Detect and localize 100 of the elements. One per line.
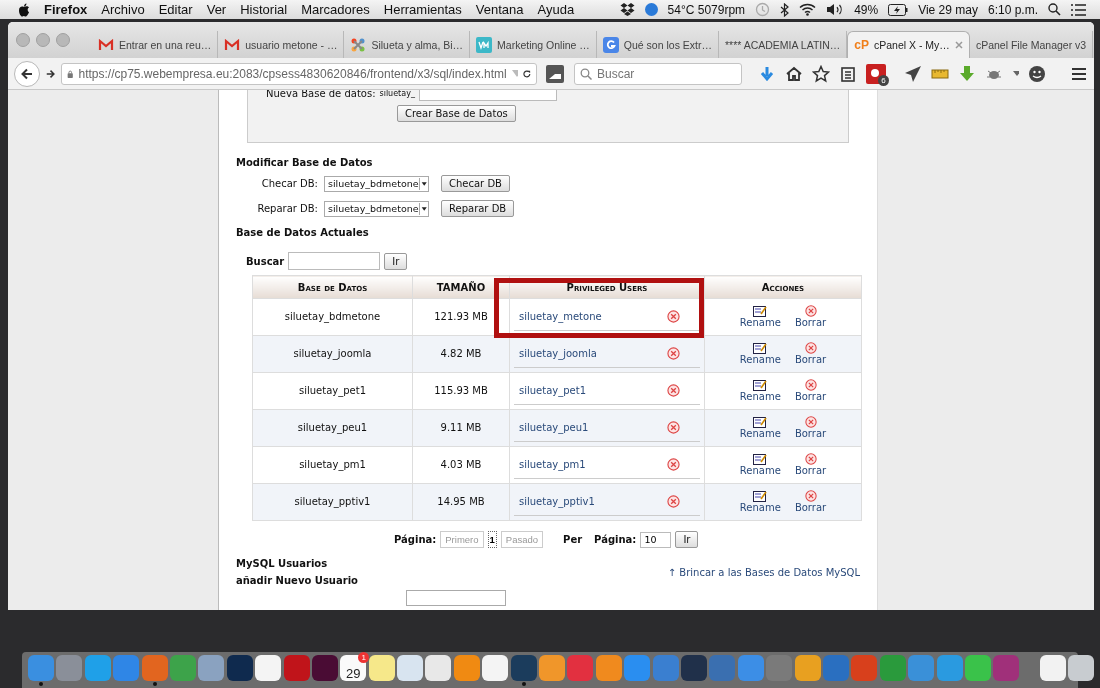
wifi-icon[interactable] xyxy=(799,3,817,16)
search-field[interactable] xyxy=(288,252,381,270)
dropdown-icon[interactable] xyxy=(418,177,428,190)
create-database-button[interactable]: Crear Base de Datos xyxy=(397,105,516,122)
rename-action[interactable]: Rename xyxy=(739,453,781,477)
dropdown-icon[interactable] xyxy=(418,202,428,215)
dropbox-icon[interactable] xyxy=(619,3,635,16)
delete-action[interactable]: Borrar xyxy=(794,490,827,514)
user-link[interactable]: siluetay_joomla xyxy=(519,347,597,360)
down-arrow-icon[interactable] xyxy=(958,64,976,83)
delete-icon[interactable] xyxy=(667,384,680,397)
battery-icon[interactable] xyxy=(888,3,909,16)
table-cell: siluetay_pptiv1 xyxy=(252,483,413,521)
user-link[interactable]: siluetay_pet1 xyxy=(519,384,586,397)
app-icon[interactable] xyxy=(255,655,282,681)
delete-action[interactable]: Borrar xyxy=(794,453,827,477)
app-icon[interactable] xyxy=(1068,655,1095,681)
delete-icon[interactable] xyxy=(667,347,680,360)
extension-icon[interactable]: 6 xyxy=(866,63,886,84)
clipboard-icon[interactable] xyxy=(839,64,857,83)
delete-icon[interactable] xyxy=(803,490,818,503)
volume-icon[interactable] xyxy=(826,3,845,16)
search-button[interactable]: Ir xyxy=(384,252,408,270)
bluetooth-icon[interactable] xyxy=(780,2,790,17)
search-field[interactable]: Buscar xyxy=(574,62,742,85)
star-icon[interactable] xyxy=(812,64,830,83)
database-select[interactable]: siluetay_bdmetone xyxy=(324,200,429,217)
rename-action[interactable]: Rename xyxy=(739,342,781,366)
reload-icon[interactable] xyxy=(523,67,531,80)
delete-action[interactable]: Borrar xyxy=(794,379,827,403)
action-button[interactable]: Checar DB xyxy=(441,175,510,192)
pagination-label: Página: xyxy=(394,534,437,545)
delete-action[interactable]: Borrar xyxy=(794,416,827,440)
per-page-field[interactable]: 10 xyxy=(640,531,672,548)
menu-item[interactable]: Archivo xyxy=(101,2,145,17)
menu-item[interactable]: Firefox xyxy=(44,2,88,17)
search-icon[interactable] xyxy=(1048,3,1061,16)
delete-icon[interactable] xyxy=(803,305,818,318)
close-window-button[interactable] xyxy=(16,33,30,47)
delete-icon[interactable] xyxy=(667,421,680,434)
delete-icon[interactable] xyxy=(667,458,680,471)
paper-plane-icon[interactable] xyxy=(904,64,922,83)
sensor-reading[interactable]: 54°C 5079rpm xyxy=(667,2,746,17)
menu-item[interactable]: Historial xyxy=(240,2,288,17)
menu-item[interactable]: Herramientas xyxy=(383,2,462,17)
smiley-icon[interactable] xyxy=(1028,64,1046,83)
jump-link[interactable]: ↑ Brincar a las Bases de Datos MySQL xyxy=(667,567,860,578)
delete-icon[interactable] xyxy=(803,379,818,392)
menu-bar-date[interactable]: Vie 29 may xyxy=(918,2,978,17)
delete-action[interactable]: Borrar xyxy=(794,305,827,329)
menu-item[interactable]: Marcadores xyxy=(301,2,370,17)
rename-action[interactable]: Rename xyxy=(739,416,781,440)
rename-action[interactable]: Rename xyxy=(739,305,781,329)
app-icon[interactable] xyxy=(425,655,452,681)
screenshot-icon[interactable] xyxy=(546,64,564,83)
user-link[interactable]: siluetay_metone xyxy=(519,310,602,323)
user-link[interactable]: siluetay_pm1 xyxy=(519,458,586,471)
back-button[interactable] xyxy=(14,60,40,87)
input-field[interactable] xyxy=(406,590,506,606)
apple-icon[interactable] xyxy=(18,2,30,17)
rename-action[interactable]: Rename xyxy=(739,379,781,403)
rename-action[interactable]: Rename xyxy=(739,490,781,514)
menu-bar-clock[interactable]: 6:10 p.m. xyxy=(987,2,1038,17)
menu-item[interactable]: Ventana xyxy=(475,2,524,17)
menu-item[interactable]: Ver xyxy=(206,2,227,17)
page-button[interactable]: 1 xyxy=(487,531,497,548)
delete-icon[interactable] xyxy=(803,416,818,429)
table-cell: siluetay_bdmetone xyxy=(252,298,413,336)
user-link[interactable]: siluetay_peu1 xyxy=(519,421,589,434)
list-icon[interactable] xyxy=(1071,3,1086,16)
app-icon[interactable] xyxy=(1040,655,1067,681)
delete-icon[interactable] xyxy=(803,342,818,355)
close-icon[interactable] xyxy=(954,41,963,49)
go-button[interactable]: Ir xyxy=(675,531,699,548)
battery-percentage[interactable]: 49% xyxy=(854,2,879,17)
app-icon[interactable] xyxy=(368,655,395,681)
address-bar[interactable]: https://cp75.webempresa.eu:2083/cpsess4830620846/frontend/x3/sql/index.html xyxy=(61,62,537,85)
search-label: Buscar xyxy=(246,255,285,267)
circle-app-icon[interactable] xyxy=(644,3,658,16)
calendar-app-icon[interactable]: 29 1 xyxy=(340,655,367,681)
home-icon[interactable] xyxy=(785,64,803,83)
app-icon[interactable] xyxy=(482,655,509,681)
action-button[interactable]: Reparar DB xyxy=(441,200,515,217)
download-icon[interactable] xyxy=(758,64,776,83)
delete-icon[interactable] xyxy=(667,495,680,508)
browser-tab[interactable]: cP cPanel X - My… xyxy=(847,31,970,58)
delete-icon[interactable] xyxy=(667,310,680,323)
menu-item[interactable]: Ayuda xyxy=(537,2,575,17)
zoom-window-button[interactable] xyxy=(56,33,70,47)
delete-icon[interactable] xyxy=(803,453,818,466)
back-arrow-icon[interactable] xyxy=(21,67,33,80)
clock-icon[interactable] xyxy=(755,2,771,17)
menu-item[interactable]: Editar xyxy=(158,2,193,17)
user-link[interactable]: siluetay_pptiv1 xyxy=(519,495,595,508)
delete-action[interactable]: Borrar xyxy=(794,342,827,366)
caret-icon[interactable] xyxy=(1013,71,1019,76)
minimize-window-button[interactable] xyxy=(36,33,50,47)
table-cell: 121.93 MB xyxy=(412,298,510,336)
database-select[interactable]: siluetay_bdmetone xyxy=(324,175,429,192)
app-icon[interactable] xyxy=(397,655,424,681)
